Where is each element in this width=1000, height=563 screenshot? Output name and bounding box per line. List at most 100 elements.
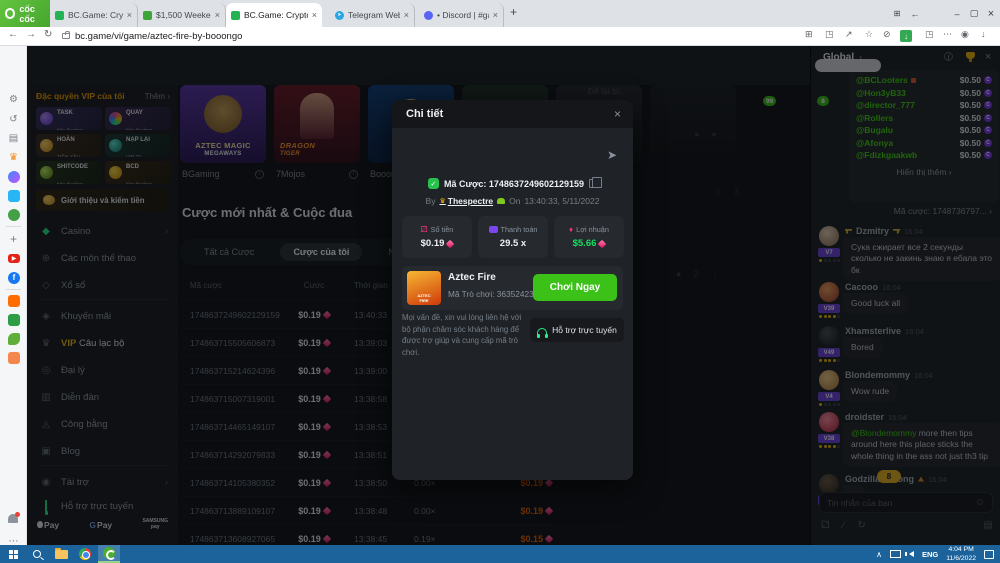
window-maximize-button[interactable]: ▢ bbox=[967, 0, 981, 27]
share-icon[interactable]: ➤ bbox=[607, 148, 617, 162]
language-indicator[interactable]: ENG bbox=[922, 550, 938, 559]
screen: cốc cốc BC.Game: Crypto Casino Gan× $1,5… bbox=[0, 0, 1000, 563]
chrome-icon[interactable] bbox=[74, 545, 96, 563]
address-bar[interactable] bbox=[62, 29, 702, 43]
facebook-icon[interactable]: f bbox=[8, 272, 20, 284]
browser-tab-1[interactable]: BC.Game: Crypto Casino Gan× bbox=[50, 3, 138, 27]
system-tray: ∧ ENG 4:04 PM11/6/2022 bbox=[876, 545, 1000, 563]
gem-icon bbox=[446, 239, 454, 247]
network-icon[interactable] bbox=[890, 550, 901, 558]
tiki-shop-icon[interactable] bbox=[8, 295, 20, 307]
headset-icon bbox=[537, 328, 547, 335]
browser-tab-5[interactable]: • Discord | #games | BC G× bbox=[419, 3, 504, 27]
adblock-shield-icon[interactable]: ⊘ bbox=[883, 29, 891, 40]
divider bbox=[6, 289, 21, 290]
new-tab-button[interactable]: + bbox=[510, 5, 517, 19]
add-shortcut-icon[interactable]: + bbox=[0, 232, 27, 246]
copy-icon[interactable] bbox=[589, 179, 597, 188]
live-support-button[interactable]: Hỗ trợ trực tuyến bbox=[530, 318, 624, 342]
gem-icon bbox=[598, 239, 606, 247]
history-icon[interactable]: ↺ bbox=[0, 114, 27, 125]
profile-icon[interactable]: ◉ bbox=[961, 29, 969, 40]
frog-icon bbox=[497, 198, 505, 204]
gem-suit-icon: ♦ bbox=[569, 225, 573, 234]
browser-tab-2[interactable]: $1,500 Weekend Booongo M× bbox=[138, 3, 226, 27]
modal-title: Chi tiết bbox=[406, 108, 443, 120]
crown-bookmark-icon[interactable]: ♛ bbox=[0, 152, 27, 163]
coccoc-brand-label: cốc cốc bbox=[19, 4, 50, 24]
browser-tab-4[interactable]: ➤Telegram Web× bbox=[330, 3, 415, 27]
reload-icon[interactable]: ↻ bbox=[44, 29, 52, 40]
window-minimize-button[interactable]: – bbox=[950, 0, 964, 27]
video-download-icon[interactable]: ↓ bbox=[900, 30, 912, 42]
crown-icon: ♛ bbox=[439, 197, 445, 205]
support-note: Mọi vấn đề, xin vui lòng liên hệ với bộ … bbox=[402, 312, 524, 359]
tab-close-icon[interactable]: × bbox=[215, 10, 220, 20]
start-button[interactable] bbox=[2, 545, 24, 563]
bet-author-row: By ♛Thespectre On 13:40:33, 5/11/2022 bbox=[392, 196, 633, 206]
settings-gear-icon[interactable]: ⚙ bbox=[0, 94, 27, 105]
notification-bell-icon[interactable] bbox=[8, 514, 18, 523]
coccoc-side-rail: ⚙ ↺ ▤ ♛ + ▶ f ⋯ bbox=[0, 46, 27, 545]
translate-icon[interactable]: ◳ bbox=[825, 29, 834, 40]
windows-taskbar: ∧ ENG 4:04 PM11/6/2022 bbox=[0, 545, 1000, 563]
divider bbox=[6, 226, 21, 227]
shop-gift-icon[interactable] bbox=[8, 314, 20, 326]
coccoc-taskbar-icon[interactable] bbox=[98, 545, 120, 563]
verified-icon: ✓ bbox=[428, 178, 439, 189]
messenger-icon[interactable] bbox=[8, 171, 20, 183]
leaf-shop-icon[interactable] bbox=[8, 333, 20, 345]
coccoc-logo-icon bbox=[5, 8, 15, 19]
author-link[interactable]: ♛Thespectre bbox=[439, 196, 493, 206]
url-input[interactable] bbox=[75, 31, 635, 42]
promo-favicon bbox=[143, 11, 152, 20]
play-now-button[interactable]: Chơi Ngay bbox=[533, 274, 617, 301]
back-icon[interactable]: ← bbox=[8, 29, 18, 40]
stat-profit: ♦Lợi nhuận $5.66 bbox=[554, 216, 624, 258]
extension-icon[interactable]: ⋯ bbox=[943, 29, 952, 40]
modal-header: Chi tiết × bbox=[392, 100, 633, 128]
game-card: AZTECFIRE Aztec Fire Mã Trò chơi: 363524… bbox=[402, 266, 623, 310]
extension-icon[interactable]: ◳ bbox=[925, 29, 934, 40]
clock[interactable]: 4:04 PM11/6/2022 bbox=[946, 545, 976, 563]
game-controller-icon[interactable] bbox=[8, 209, 20, 221]
tab-search-icon[interactable]: ⊞ bbox=[890, 0, 904, 27]
stat-amount: ⚂Số tiền $0.19 bbox=[402, 216, 472, 258]
file-explorer-icon[interactable] bbox=[50, 545, 72, 563]
taskbar-search-icon[interactable] bbox=[26, 545, 48, 563]
lock-icon bbox=[62, 33, 70, 39]
window-close-button[interactable]: × bbox=[984, 0, 998, 27]
tab-close-icon[interactable]: × bbox=[493, 10, 498, 20]
browser-tab-3-active[interactable]: BC.Game: Crypto Casino Gan× bbox=[226, 3, 322, 27]
zalo-icon[interactable] bbox=[8, 190, 20, 202]
modal-close-icon[interactable]: × bbox=[614, 107, 621, 121]
coccoc-brand[interactable]: cốc cốc bbox=[0, 0, 50, 27]
browser-toolbar: ← → ↻ ⊞ ◳ ↗ ☆ ⊘ ↓ ◳ ⋯ ◉ ↓ bbox=[0, 27, 1000, 46]
share-icon[interactable]: ↗ bbox=[845, 29, 853, 40]
tab-close-icon[interactable]: × bbox=[127, 10, 132, 20]
telegram-favicon: ➤ bbox=[335, 11, 344, 20]
downloads-icon[interactable]: ↓ bbox=[981, 29, 986, 39]
game-title: Aztec Fire bbox=[448, 272, 496, 283]
tab-close-icon[interactable]: × bbox=[312, 10, 317, 20]
youtube-icon[interactable]: ▶ bbox=[8, 254, 20, 263]
forward-icon[interactable]: → bbox=[26, 29, 36, 40]
bookmark-star-icon[interactable]: ☆ bbox=[865, 29, 873, 40]
action-center-icon[interactable] bbox=[984, 550, 994, 559]
cast-icon[interactable]: ⊞ bbox=[805, 29, 813, 40]
tab-history-icon[interactable]: ← bbox=[908, 0, 922, 27]
cart-icon[interactable] bbox=[8, 352, 20, 364]
bet-details-modal: Chi tiết × ➤ ✓ Mã Cược: 1748637249602129… bbox=[392, 100, 633, 480]
discord-favicon bbox=[424, 11, 433, 20]
dice-icon: ⚂ bbox=[421, 225, 428, 234]
stat-payout: Thanh toán 29.5 x bbox=[478, 216, 548, 258]
wallet-icon bbox=[489, 226, 498, 233]
game-thumbnail[interactable]: AZTECFIRE bbox=[407, 271, 441, 305]
newsfeed-icon[interactable]: ▤ bbox=[0, 133, 27, 144]
bcgame-favicon bbox=[231, 11, 240, 20]
bet-id: Mã Cược: 1748637249602129159 bbox=[444, 179, 584, 189]
speaker-icon[interactable] bbox=[909, 551, 914, 557]
tray-expand-icon[interactable]: ∧ bbox=[876, 550, 882, 559]
bcgame-favicon bbox=[55, 11, 64, 20]
tab-close-icon[interactable]: × bbox=[404, 10, 409, 20]
